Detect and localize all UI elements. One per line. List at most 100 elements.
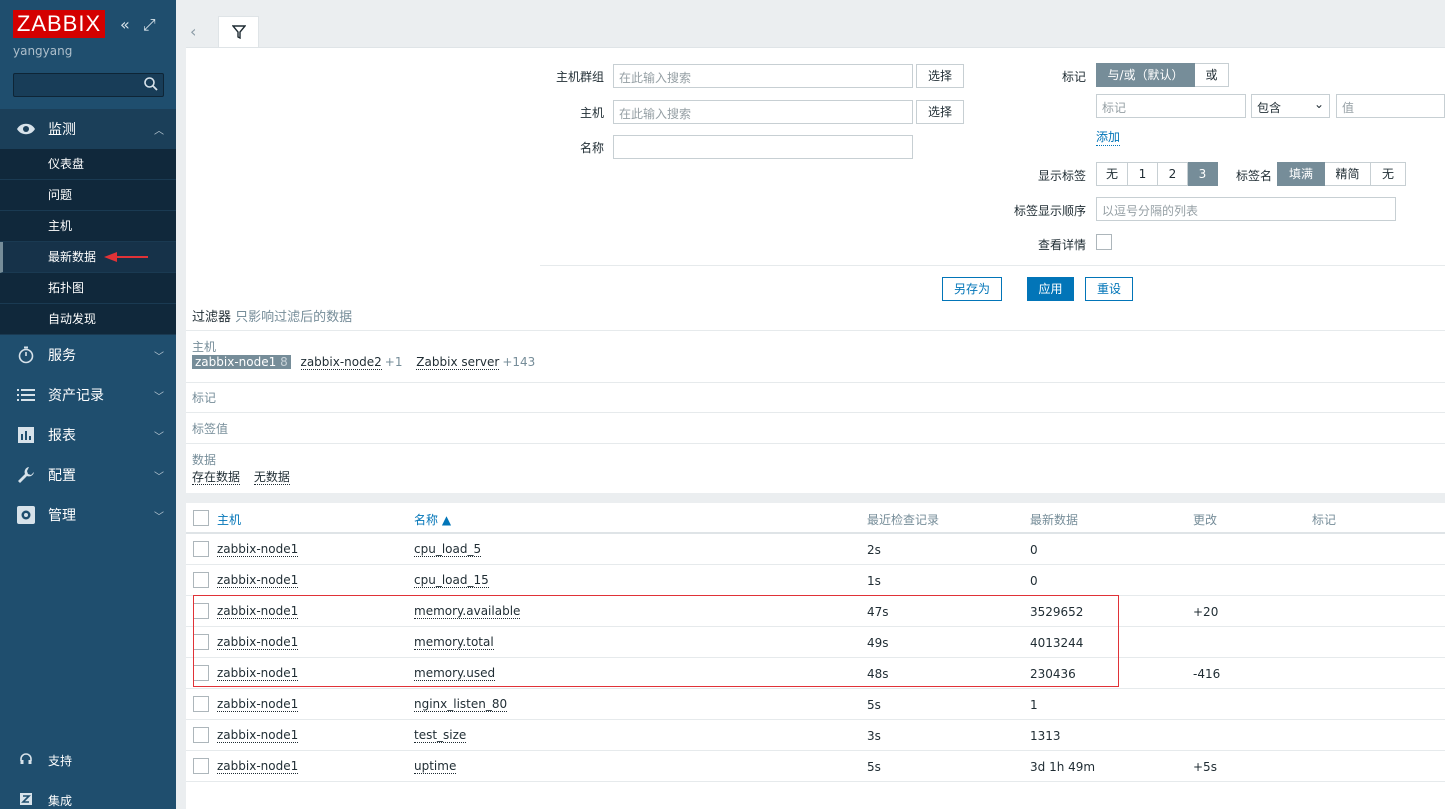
nav-label: 支持: [48, 753, 73, 768]
sub-item-dashboard[interactable]: 仪表盘: [0, 149, 176, 180]
save-as-button[interactable]: 另存为: [942, 277, 1002, 301]
row-item-name[interactable]: cpu_load_15: [414, 574, 489, 588]
monitoring-submenu: 仪表盘 问题 主机 最新数据 拓扑图 自动发现: [0, 149, 176, 335]
show-tags-label: 显示标签: [1037, 169, 1086, 183]
col-name[interactable]: 名称 ▲: [414, 511, 451, 528]
without-data-link[interactable]: 无数据: [253, 470, 290, 485]
table-row: zabbix-node1 nginx_listen_80 5s 1: [186, 689, 1445, 720]
eye-icon: [16, 119, 36, 139]
chevron-down-icon: ﹀: [154, 472, 164, 483]
nav-inventory[interactable]: 资产记录 ﹀: [0, 375, 176, 415]
row-host-link[interactable]: zabbix-node1: [217, 729, 299, 743]
nav-integrations[interactable]: 集成: [0, 780, 176, 809]
add-tag-link[interactable]: 添加: [1096, 128, 1121, 146]
apply-button[interactable]: 应用: [1027, 277, 1074, 301]
sub-item-problems[interactable]: 问题: [0, 180, 176, 211]
chevron-left-icon[interactable]: ‹: [190, 22, 196, 41]
host-select-button[interactable]: 选择: [916, 100, 964, 124]
col-host[interactable]: 主机: [217, 511, 241, 528]
sub-item-latest-data[interactable]: 最新数据: [0, 242, 176, 273]
sidebar-search-input[interactable]: [13, 73, 164, 97]
filter-tab[interactable]: [218, 16, 259, 48]
host-group-input[interactable]: 在此输入搜索: [613, 64, 913, 88]
tag-name-toggle: 填满 精简 无: [1277, 162, 1406, 186]
sub-item-maps[interactable]: 拓扑图: [0, 273, 176, 304]
row-checkbox[interactable]: [193, 727, 209, 743]
collapse-sidebar-icon[interactable]: «: [120, 15, 130, 34]
chevron-up-icon: ︿: [154, 126, 164, 137]
tag-op-andor[interactable]: 与/或（默认）: [1096, 63, 1195, 87]
tag-input[interactable]: 标记: [1096, 94, 1246, 118]
host-chip[interactable]: Zabbix server: [416, 355, 500, 370]
row-checkbox[interactable]: [193, 696, 209, 712]
bar-chart-icon: [16, 425, 36, 445]
reset-button[interactable]: 重设: [1085, 277, 1133, 301]
nav-label: 监测: [48, 122, 76, 138]
chevron-down-icon: ﹀: [154, 432, 164, 443]
nav-services[interactable]: 服务 ﹀: [0, 335, 176, 375]
tag-name-short[interactable]: 精简: [1325, 162, 1371, 186]
nav-label: 管理: [48, 508, 76, 524]
nav-reports[interactable]: 报表 ﹀: [0, 415, 176, 455]
filter-panel: 主机群组 在此输入搜索 选择 主机 在此输入搜索 选择 名称 标记 与/或（默认…: [186, 47, 1445, 493]
row-last-check: 1s: [867, 574, 881, 588]
show-tags-3[interactable]: 3: [1188, 162, 1218, 186]
sub-item-discovery[interactable]: 自动发现: [0, 304, 176, 335]
nav-monitoring[interactable]: 监测 ︿: [0, 109, 176, 149]
summary-divider: [186, 443, 1445, 444]
summary-divider: [186, 382, 1445, 383]
tag-operator-value: 包含: [1257, 101, 1282, 115]
row-checkbox[interactable]: [193, 572, 209, 588]
select-all-checkbox[interactable]: [193, 510, 209, 526]
row-item-name[interactable]: uptime: [414, 760, 457, 774]
host-chip-selected[interactable]: zabbix-node1 8: [192, 355, 291, 369]
show-tags-toggle: 无 1 2 3: [1096, 162, 1218, 186]
show-tags-2[interactable]: 2: [1158, 162, 1188, 186]
show-tags-none[interactable]: 无: [1096, 162, 1128, 186]
tag-operator-select[interactable]: 包含 ⌄: [1251, 94, 1330, 118]
kiosk-mode-icon[interactable]: ⤢: [143, 15, 156, 34]
nav-label: 报表: [48, 428, 76, 444]
host-chip-count: 8: [280, 355, 288, 369]
row-host-link[interactable]: zabbix-node1: [217, 760, 299, 774]
tag-name-none[interactable]: 无: [1371, 162, 1406, 186]
tag-op-or[interactable]: 或: [1195, 63, 1229, 87]
tag-order-label: 标签显示顺序: [1013, 204, 1086, 218]
search-icon[interactable]: [143, 76, 159, 92]
chevron-down-icon: ﹀: [154, 512, 164, 523]
row-host-link[interactable]: zabbix-node1: [217, 574, 299, 588]
table-row: zabbix-node1 uptime 5s 3d 1h 49m +5s: [186, 751, 1445, 782]
row-change: +5s: [1193, 760, 1217, 774]
zabbix-logo[interactable]: ZABBIX: [13, 10, 105, 38]
with-data-link[interactable]: 存在数据: [192, 470, 241, 485]
table-row: zabbix-node1 cpu_load_5 2s 0: [186, 534, 1445, 565]
name-input[interactable]: [613, 135, 913, 159]
row-checkbox[interactable]: [193, 758, 209, 774]
tag-name-full[interactable]: 填满: [1277, 162, 1325, 186]
nav-administration[interactable]: 管理 ﹀: [0, 495, 176, 535]
sidebar: ZABBIX « ⤢ yangyang 监测 ︿ 仪表盘 问题 主机 最新数据 …: [0, 0, 176, 809]
row-host-link[interactable]: zabbix-node1: [217, 543, 299, 557]
row-item-name[interactable]: nginx_listen_80: [414, 698, 508, 712]
sub-item-hosts[interactable]: 主机: [0, 211, 176, 242]
host-chip-count: +143: [502, 355, 536, 369]
host-group-select-button[interactable]: 选择: [916, 64, 964, 88]
tag-value-input[interactable]: 值: [1336, 94, 1445, 118]
row-last-value: 1313: [1030, 729, 1061, 743]
row-item-name[interactable]: cpu_load_5: [414, 543, 482, 557]
gear-icon: [16, 505, 36, 525]
host-chip[interactable]: zabbix-node2: [300, 355, 382, 370]
host-group-label: 主机群组: [555, 70, 604, 84]
row-item-name[interactable]: test_size: [414, 729, 467, 743]
row-checkbox[interactable]: [193, 541, 209, 557]
host-input[interactable]: 在此输入搜索: [613, 100, 913, 124]
show-tags-1[interactable]: 1: [1128, 162, 1158, 186]
nav-support[interactable]: 支持: [0, 740, 176, 780]
list-icon: [16, 385, 36, 405]
nav-configuration[interactable]: 配置 ﹀: [0, 455, 176, 495]
details-checkbox[interactable]: [1096, 234, 1112, 250]
row-last-check: 3s: [867, 729, 881, 743]
tag-order-input[interactable]: 以逗号分隔的列表: [1096, 197, 1396, 221]
row-host-link[interactable]: zabbix-node1: [217, 698, 299, 712]
chevron-down-icon: ﹀: [154, 352, 164, 363]
